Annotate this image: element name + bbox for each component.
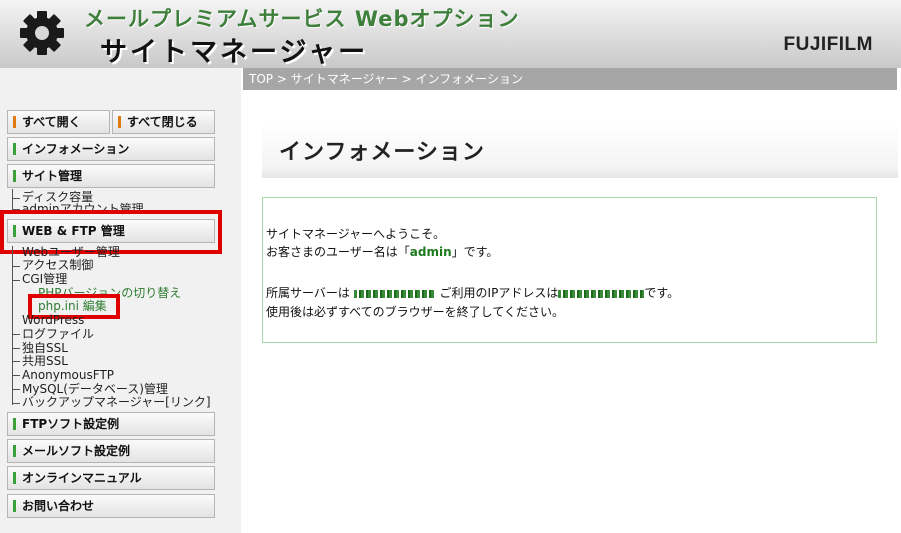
tree-item-access-control[interactable]: アクセス制御	[22, 259, 93, 272]
app-header: メールプレミアムサービス Webオプション サイトマネージャー FUJIFILM	[0, 0, 901, 68]
server-prefix: 所属サーバーは	[266, 286, 350, 300]
username-suffix: 」です。	[451, 245, 499, 259]
tree-line	[12, 189, 13, 209]
brand-logo: FUJIFILM	[783, 34, 873, 55]
tree-line	[12, 266, 20, 267]
bullet-icon	[13, 500, 16, 512]
tree-line	[12, 198, 20, 199]
sidebar-item-information[interactable]: インフォメーション	[7, 137, 215, 161]
breadcrumb[interactable]: TOP > サイトマネージャー > インフォメーション	[243, 68, 897, 90]
sidebar-item-ftp-soft[interactable]: FTPソフト設定例	[7, 412, 215, 436]
open-all-button[interactable]: すべて開く	[7, 110, 110, 134]
page-title: インフォメーション	[279, 140, 485, 165]
bullet-icon	[13, 143, 16, 155]
tree-item-anonymous-ftp[interactable]: AnonymousFTP	[22, 369, 114, 382]
sidebar-item-online-manual[interactable]: オンラインマニュアル	[7, 466, 215, 490]
gear-icon	[20, 11, 64, 55]
username-value: admin	[409, 245, 452, 259]
tree-line	[12, 375, 20, 376]
tree-item-backup[interactable]: バックアップマネージャー[リンク]	[22, 396, 211, 409]
tree-item-wordpress[interactable]: WordPress	[22, 314, 84, 327]
close-all-button[interactable]: すべて閉じる	[112, 110, 215, 134]
tree-line	[12, 348, 20, 349]
sidebar-item-contact[interactable]: お問い合わせ	[7, 494, 215, 518]
service-title: メールプレミアムサービス Webオプション	[84, 7, 520, 31]
tree-item-shared-ssl[interactable]: 共用SSL	[22, 355, 68, 368]
bullet-icon	[13, 116, 16, 128]
sidebar-item-label: お問い合わせ	[22, 499, 95, 513]
tree-line	[12, 361, 20, 362]
tree-item-cgi[interactable]: CGI管理	[22, 273, 67, 286]
tree-line	[12, 389, 20, 390]
open-all-label: すべて開く	[22, 115, 81, 129]
tree-item-logfile[interactable]: ログファイル	[22, 328, 94, 341]
sidebar-item-label: FTPソフト設定例	[22, 417, 120, 431]
info-panel: サイトマネージャーへようこそ。 お客さまのユーザー名は「admin」です。 所属…	[262, 197, 877, 343]
tree-line	[12, 334, 20, 335]
sidebar-item-mail-soft[interactable]: メールソフト設定例	[7, 439, 215, 463]
logout-note: 使用後は必ずすべてのブラウザーを終了してください。	[266, 305, 564, 319]
server-line: 所属サーバーは ご利用のIPアドレスは です。	[266, 284, 679, 301]
sidebar-item-label: オンラインマニュアル	[22, 471, 142, 485]
ip-prefix: ご利用のIPアドレスは	[439, 286, 559, 300]
bullet-icon	[13, 170, 16, 182]
close-all-label: すべて閉じる	[127, 115, 198, 129]
ip-suffix: です。	[644, 286, 680, 300]
username-prefix: お客さまのユーザー名は「	[266, 245, 410, 259]
app-title: サイトマネージャー	[100, 37, 369, 68]
welcome-text: サイトマネージャーへようこそ。	[266, 227, 446, 241]
redacted-ip-address	[558, 289, 645, 298]
sidebar-item-label: サイト管理	[22, 169, 83, 183]
tree-line	[12, 403, 20, 404]
sidebar: すべて開く すべて閉じる インフォメーション サイト管理 ディスク容量 admi…	[0, 68, 241, 533]
redacted-server-name	[353, 289, 436, 298]
page-title-bar: インフォメーション	[262, 124, 898, 178]
tree-line	[12, 246, 13, 405]
tree-line	[12, 280, 20, 281]
bullet-icon	[13, 445, 16, 457]
username-line: お客さまのユーザー名は「admin」です。	[266, 243, 498, 260]
sidebar-item-label: メールソフト設定例	[22, 444, 131, 458]
sidebar-item-site-admin[interactable]: サイト管理	[7, 164, 215, 188]
sidebar-item-label: インフォメーション	[22, 142, 130, 156]
bullet-icon	[13, 418, 16, 430]
bullet-icon	[13, 472, 16, 484]
bullet-icon	[118, 116, 121, 128]
